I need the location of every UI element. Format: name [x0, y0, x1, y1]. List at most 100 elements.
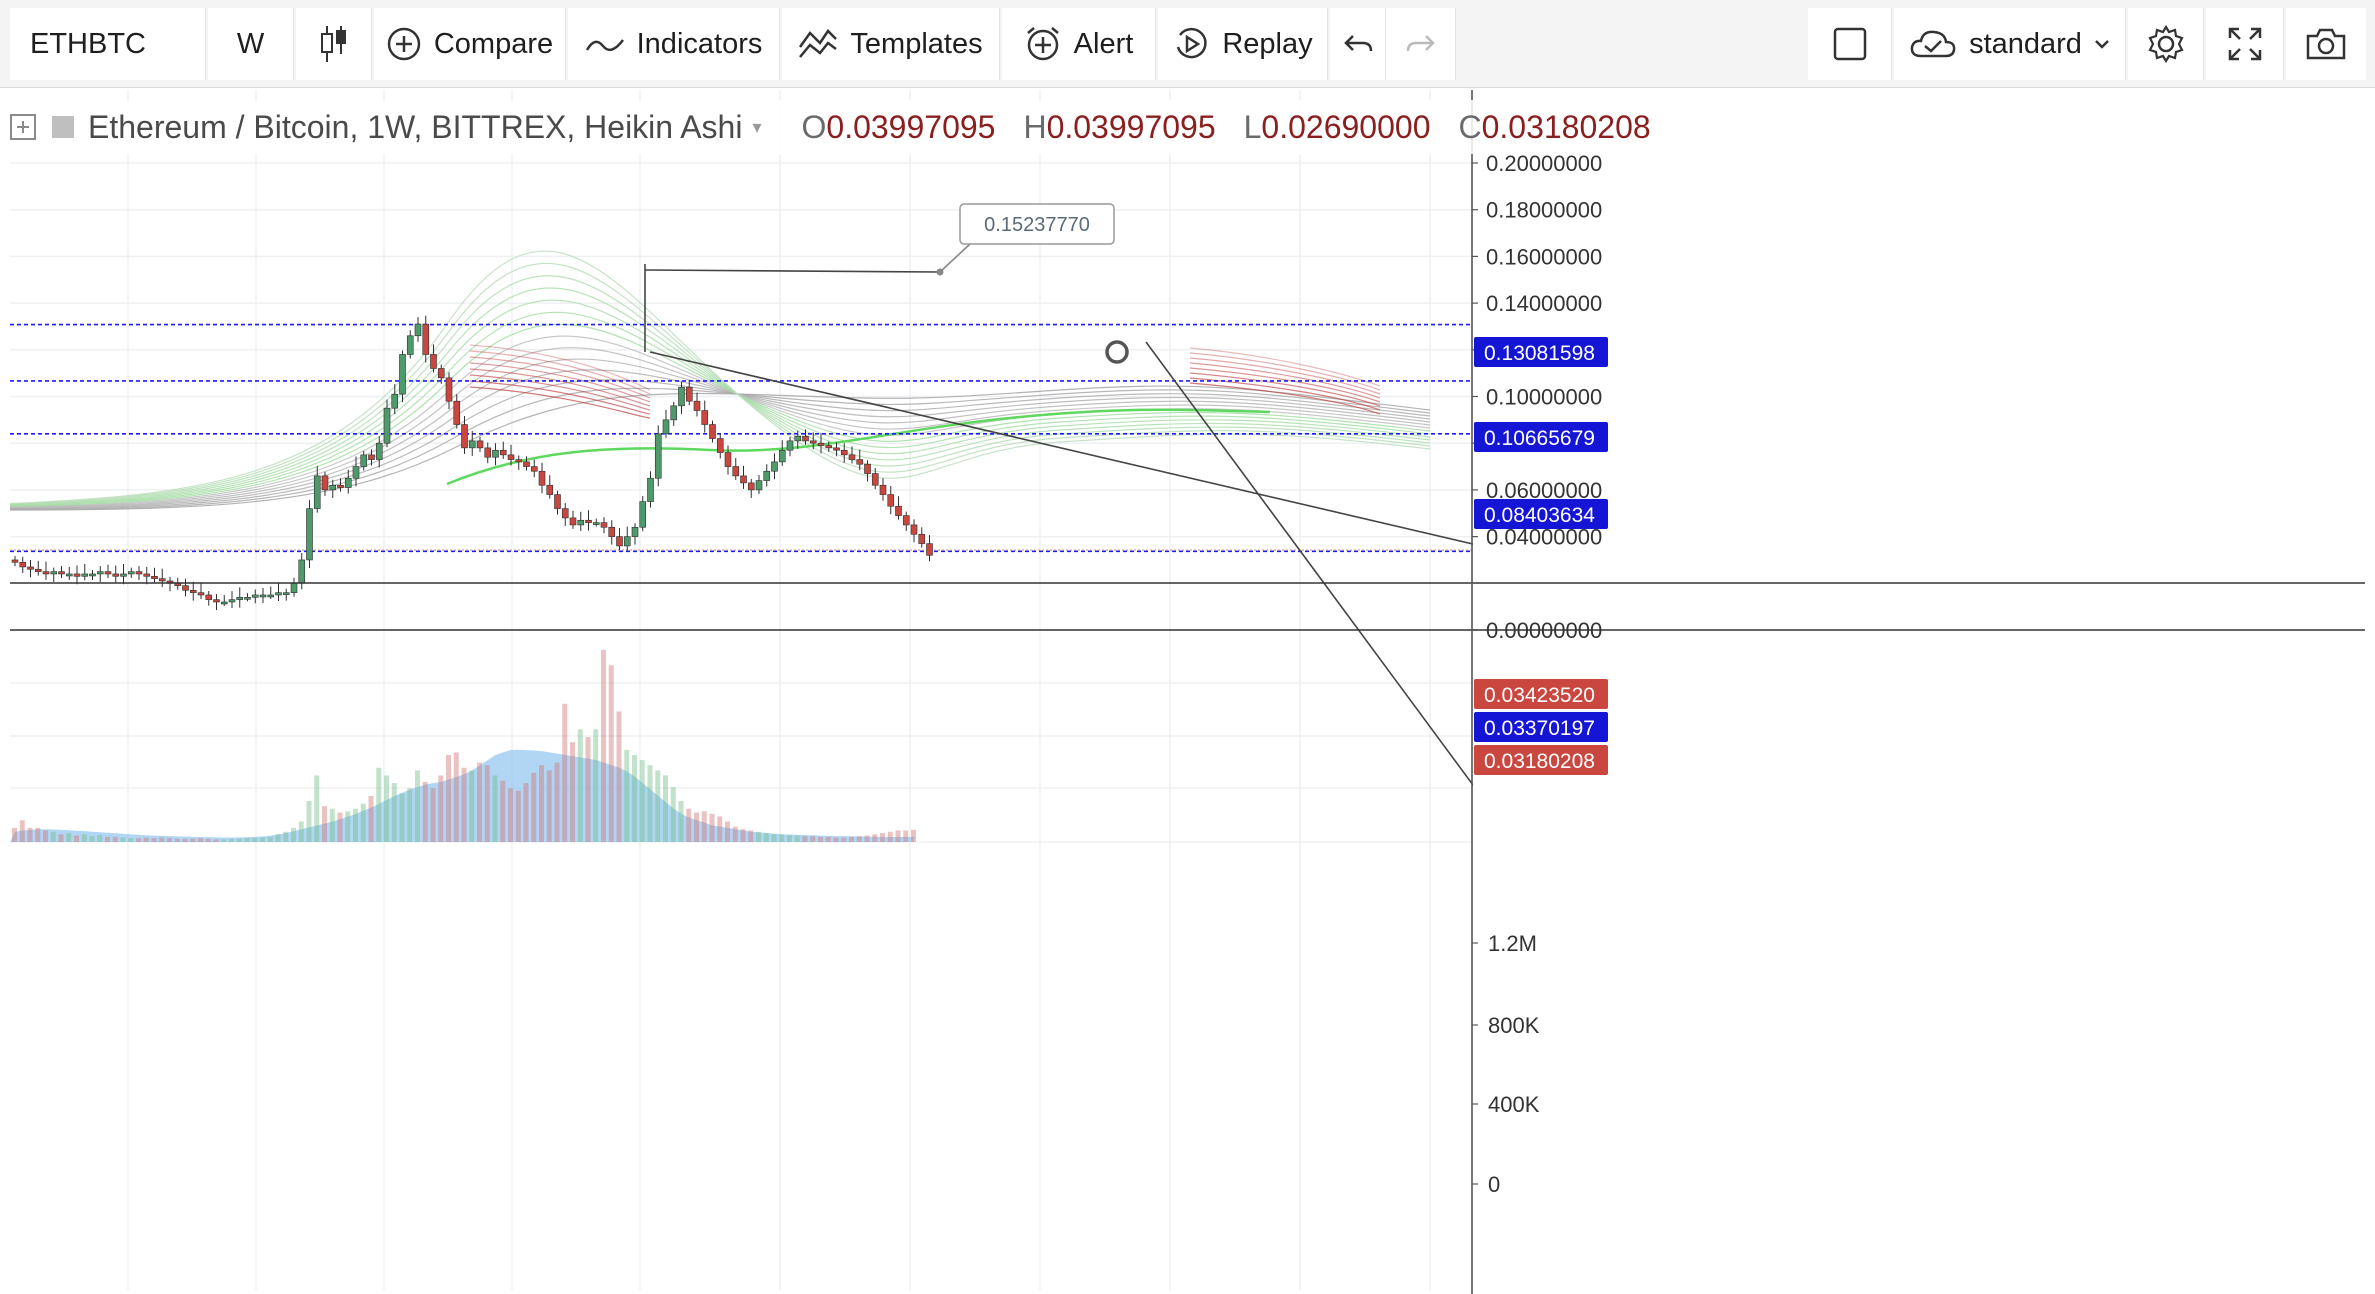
- volume-bar: [469, 770, 475, 842]
- callout-dot: [936, 268, 944, 276]
- candle-down: [910, 524, 918, 535]
- candle-up: [244, 597, 251, 600]
- volume-bar: [391, 783, 397, 842]
- price-axis-label: 0.10000000: [1486, 385, 1602, 410]
- callout-pointer: [939, 243, 971, 273]
- chart-type-button[interactable]: [296, 8, 372, 80]
- volume-bar: [27, 827, 33, 842]
- volume-bar: [43, 830, 48, 842]
- price-axis-label: 0.16000000: [1486, 244, 1602, 269]
- series-menu-caret-icon[interactable]: ▾: [752, 117, 761, 138]
- candle-up: [391, 393, 399, 409]
- volume-bar: [872, 834, 878, 842]
- drawing-mode-button[interactable]: [1808, 8, 1892, 80]
- candle-down: [530, 466, 538, 472]
- candle-up: [623, 536, 631, 547]
- volume-bar: [376, 767, 382, 842]
- candle-down: [73, 573, 81, 577]
- candle-down: [135, 571, 143, 575]
- price-tag-value: 0.13081598: [1484, 342, 1595, 365]
- series-visibility-icon[interactable]: [52, 116, 74, 138]
- trendline-handle: [1105, 340, 1129, 364]
- ribbon-line: [10, 299, 1431, 507]
- undo-button[interactable]: [1330, 8, 1386, 80]
- candle-down: [887, 494, 895, 507]
- volume-bar: [740, 829, 746, 842]
- volume-bar: [639, 760, 645, 842]
- chart-legend: Ethereum / Bitcoin, 1W, BITTREX, Heikin …: [10, 100, 1669, 154]
- wave-icon: [585, 32, 625, 56]
- candle-down: [608, 526, 616, 537]
- candle-down: [616, 536, 623, 547]
- candle-down: [143, 573, 151, 577]
- candle-up: [577, 519, 585, 526]
- snapshot-button[interactable]: [2286, 8, 2366, 80]
- close-value: 0.03180208: [1481, 108, 1651, 145]
- volume-bar: [880, 833, 885, 842]
- volume-bar: [655, 770, 661, 842]
- volume-bar: [453, 752, 459, 842]
- indicators-button[interactable]: Indicators: [568, 8, 780, 80]
- candle-down: [864, 463, 871, 474]
- fullscreen-button[interactable]: [2206, 8, 2284, 80]
- volume-bar: [252, 838, 258, 842]
- volume-bar: [190, 838, 196, 842]
- volume-bar: [601, 650, 606, 842]
- volume-bar: [725, 821, 730, 842]
- price-axis-label: 0.14000000: [1486, 291, 1602, 316]
- volume-bar: [384, 775, 389, 842]
- candle-down: [476, 440, 484, 449]
- candle-down: [685, 386, 693, 402]
- compare-button[interactable]: Compare: [374, 8, 566, 80]
- volume-bar: [360, 803, 366, 842]
- volume-bar: [794, 835, 800, 842]
- volume-bar: [174, 838, 180, 842]
- candle-down: [453, 400, 461, 425]
- candle-down: [600, 522, 608, 528]
- volume-bar: [446, 754, 451, 842]
- volume-bar: [849, 836, 854, 842]
- candle-up: [383, 407, 391, 444]
- candle-down: [554, 494, 561, 509]
- candle-up: [375, 442, 383, 460]
- candle-down: [740, 475, 747, 484]
- interval-button[interactable]: W: [208, 8, 294, 80]
- chart-area[interactable]: 0.15237770 T1 0.200000000.180000000.1600…: [10, 90, 2365, 1294]
- chart-canvas[interactable]: 0.15237770 T1 0.200000000.180000000.1600…: [10, 90, 2365, 1294]
- candle-down: [321, 475, 329, 491]
- volume-bar: [81, 834, 87, 842]
- symbol-search-button[interactable]: ETHBTC: [10, 8, 206, 80]
- volume-bar: [74, 835, 79, 842]
- volume-bar: [562, 703, 568, 842]
- redo-button[interactable]: [1386, 8, 1456, 80]
- ribbon-line: [10, 323, 1431, 508]
- price-axis-label: 0.20000000: [1486, 151, 1602, 176]
- add-symbol-icon[interactable]: [10, 114, 36, 140]
- volume-bar: [515, 790, 521, 842]
- volume-bar: [818, 836, 823, 842]
- volume-bar: [686, 808, 692, 842]
- volume-bar: [616, 711, 622, 842]
- candle-down: [902, 515, 910, 526]
- templates-icon: [798, 27, 838, 61]
- volume-bar: [570, 742, 575, 842]
- volume-bar: [554, 762, 560, 842]
- alert-button[interactable]: Alert: [1002, 8, 1156, 80]
- candle-up: [120, 573, 127, 577]
- layout-button[interactable]: standard: [1894, 8, 2126, 80]
- series-title[interactable]: Ethereum / Bitcoin, 1W, BITTREX, Heikin …: [88, 109, 742, 146]
- volume-bar: [337, 812, 343, 842]
- templates-button[interactable]: Templates: [782, 8, 1000, 80]
- candle-down: [461, 424, 468, 449]
- candle-up: [592, 522, 600, 525]
- candle-up: [763, 470, 771, 481]
- replay-button[interactable]: Replay: [1158, 8, 1328, 80]
- candle-down: [151, 575, 158, 579]
- volume-bar: [670, 786, 676, 842]
- settings-button[interactable]: [2128, 8, 2204, 80]
- symbol-label: ETHBTC: [30, 27, 146, 60]
- candle-down: [926, 543, 933, 556]
- volume-bar: [89, 836, 95, 842]
- candle-up: [127, 571, 135, 575]
- candle-up: [290, 582, 298, 593]
